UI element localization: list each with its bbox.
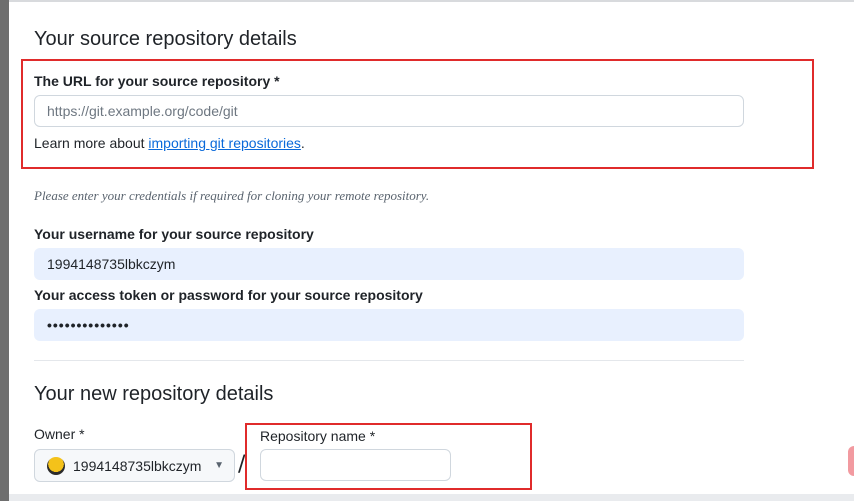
- source-url-placeholder: https://git.example.org/code/git: [47, 103, 238, 119]
- password-label: Your access token or password for your s…: [34, 287, 423, 303]
- source-section-heading: Your source repository details: [34, 28, 297, 50]
- window-top-edge: [9, 0, 854, 2]
- url-label: The URL for your source repository *: [34, 73, 280, 89]
- credentials-hint: Please enter your credentials if require…: [34, 188, 430, 203]
- triangle-down-icon: ▼: [214, 460, 224, 471]
- owner-value: 1994148735lbkczym: [73, 457, 202, 474]
- owner-select-button[interactable]: 1994148735lbkczym ▼: [34, 449, 235, 482]
- password-input[interactable]: ••••••••••••••: [34, 309, 744, 341]
- username-input[interactable]: 1994148735lbkczym: [34, 248, 744, 280]
- floating-widget-edge[interactable]: [848, 446, 854, 476]
- learn-more-text: Learn more about importing git repositor…: [34, 135, 305, 151]
- section-divider: [34, 360, 744, 361]
- username-label: Your username for your source repository: [34, 226, 314, 242]
- new-repo-section-heading: Your new repository details: [34, 383, 274, 405]
- window-bottom-edge: [9, 494, 854, 501]
- source-url-input[interactable]: https://git.example.org/code/git: [34, 95, 744, 127]
- user-avatar-icon: [47, 456, 65, 475]
- learn-more-prefix: Learn more about: [34, 135, 149, 151]
- importing-repos-link[interactable]: importing git repositories: [148, 135, 301, 151]
- repo-name-label: Repository name *: [260, 428, 376, 444]
- window-left-edge: [0, 0, 9, 501]
- owner-label: Owner *: [34, 426, 85, 442]
- learn-more-suffix: .: [300, 135, 305, 151]
- repo-name-input[interactable]: [260, 449, 451, 481]
